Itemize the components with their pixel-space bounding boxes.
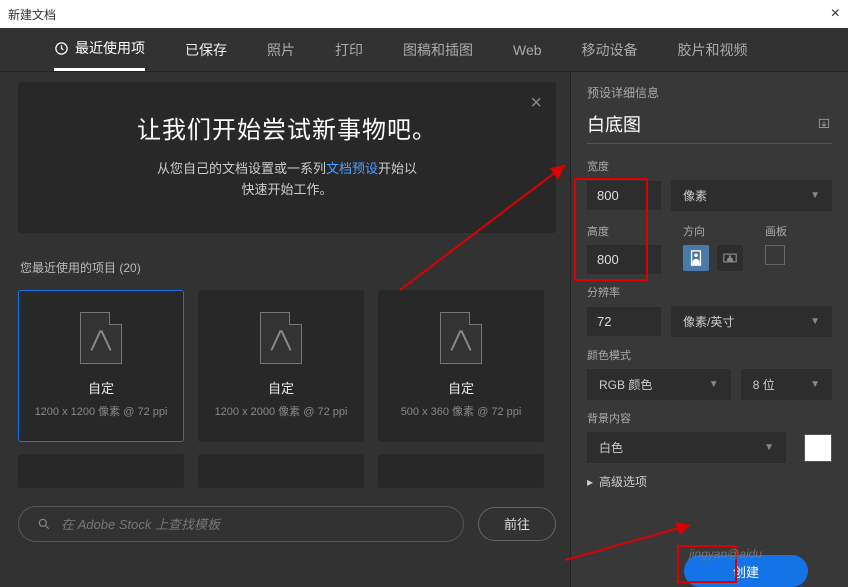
- preset-card[interactable]: 自定 500 x 360 像素 @ 72 ppi: [378, 290, 544, 442]
- preset-card[interactable]: [198, 454, 364, 488]
- chevron-down-icon: ▼: [810, 190, 820, 201]
- clock-icon: [54, 41, 69, 56]
- document-icon: [260, 312, 302, 364]
- chevron-down-icon: ▼: [810, 379, 820, 390]
- tab-mobile[interactable]: 移动设备: [582, 30, 638, 70]
- chevron-down-icon: ▼: [709, 379, 719, 390]
- tab-print[interactable]: 打印: [335, 30, 363, 70]
- background-label: 背景内容: [587, 410, 832, 426]
- doc-name-input[interactable]: 白底图: [587, 111, 641, 137]
- preset-grid: 自定 1200 x 1200 像素 @ 72 ppi 自定 1200 x 200…: [18, 290, 556, 442]
- main-body: × 让我们开始尝试新事物吧。 从您自己的文档设置或一系列文档预设开始以 快速开始…: [0, 72, 848, 587]
- chevron-down-icon: ▼: [810, 316, 820, 327]
- tab-illustration[interactable]: 图稿和插图: [403, 30, 473, 70]
- advanced-options-toggle[interactable]: ▸ 高级选项: [587, 473, 832, 490]
- background-swatch[interactable]: [804, 434, 832, 462]
- window-title: 新建文档: [8, 6, 56, 23]
- doc-presets-link[interactable]: 文档预设: [326, 161, 378, 176]
- resolution-input[interactable]: [587, 307, 661, 336]
- details-header: 预设详细信息: [587, 84, 832, 101]
- color-mode-select[interactable]: RGB 颜色▼: [587, 369, 731, 400]
- chevron-right-icon: ▸: [587, 475, 593, 489]
- portrait-button[interactable]: [683, 245, 709, 271]
- document-icon: [440, 312, 482, 364]
- preset-card[interactable]: 自定 1200 x 2000 像素 @ 72 ppi: [198, 290, 364, 442]
- chevron-down-icon: ▼: [764, 442, 774, 453]
- preset-card[interactable]: 自定 1200 x 1200 像素 @ 72 ppi: [18, 290, 184, 442]
- titlebar: 新建文档 ×: [0, 0, 848, 28]
- details-panel: 预设详细信息 白底图 宽度 像素▼ 高度 方向: [570, 72, 848, 587]
- preset-card[interactable]: [378, 454, 544, 488]
- doc-name-row: 白底图: [587, 111, 832, 144]
- hero-close-icon[interactable]: ×: [530, 92, 542, 115]
- height-input[interactable]: [587, 245, 661, 274]
- portrait-icon: [689, 250, 703, 266]
- landscape-button[interactable]: [717, 245, 743, 271]
- close-icon[interactable]: ×: [831, 5, 840, 23]
- unit-select[interactable]: 像素▼: [671, 180, 832, 211]
- hero-title: 让我们开始尝试新事物吧。: [58, 110, 516, 145]
- tab-recent[interactable]: 最近使用项: [54, 28, 145, 71]
- width-input[interactable]: [587, 181, 661, 210]
- orientation-label: 方向: [683, 223, 743, 239]
- background-select[interactable]: 白色▼: [587, 432, 786, 463]
- search-icon: [37, 517, 51, 531]
- tab-photo[interactable]: 照片: [267, 30, 295, 70]
- document-icon: [80, 312, 122, 364]
- resolution-unit-select[interactable]: 像素/英寸▼: [671, 306, 832, 337]
- orientation-toggle: [683, 245, 743, 271]
- tab-saved[interactable]: 已保存: [185, 30, 227, 70]
- category-tabs: 最近使用项 已保存 照片 打印 图稿和插图 Web 移动设备 胶片和视频: [0, 28, 848, 72]
- artboard-checkbox[interactable]: [765, 245, 785, 265]
- stock-search-input[interactable]: 在 Adobe Stock 上查找模板: [18, 506, 464, 542]
- hero-text: 从您自己的文档设置或一系列文档预设开始以 快速开始工作。: [58, 159, 516, 201]
- recent-section-label: 您最近使用的项目 (20): [20, 259, 556, 276]
- artboard-label: 画板: [765, 223, 787, 239]
- tab-web[interactable]: Web: [513, 32, 542, 68]
- hero-banner: × 让我们开始尝试新事物吧。 从您自己的文档设置或一系列文档预设开始以 快速开始…: [18, 82, 556, 233]
- height-label: 高度: [587, 223, 661, 239]
- width-label: 宽度: [587, 158, 832, 174]
- app-body: 最近使用项 已保存 照片 打印 图稿和插图 Web 移动设备 胶片和视频 × 让…: [0, 28, 848, 587]
- resolution-label: 分辨率: [587, 284, 832, 300]
- go-button[interactable]: 前往: [478, 507, 556, 541]
- landscape-icon: [723, 250, 737, 266]
- color-mode-label: 颜色模式: [587, 347, 832, 363]
- create-button[interactable]: 创建: [684, 555, 808, 587]
- tab-film[interactable]: 胶片和视频: [678, 30, 748, 70]
- search-row: 在 Adobe Stock 上查找模板 前往: [18, 506, 556, 542]
- left-panel: × 让我们开始尝试新事物吧。 从您自己的文档设置或一系列文档预设开始以 快速开始…: [0, 72, 570, 587]
- save-preset-icon[interactable]: [816, 117, 832, 131]
- bit-depth-select[interactable]: 8 位▼: [741, 369, 832, 400]
- preset-card[interactable]: [18, 454, 184, 488]
- preset-grid-row2: [18, 454, 556, 488]
